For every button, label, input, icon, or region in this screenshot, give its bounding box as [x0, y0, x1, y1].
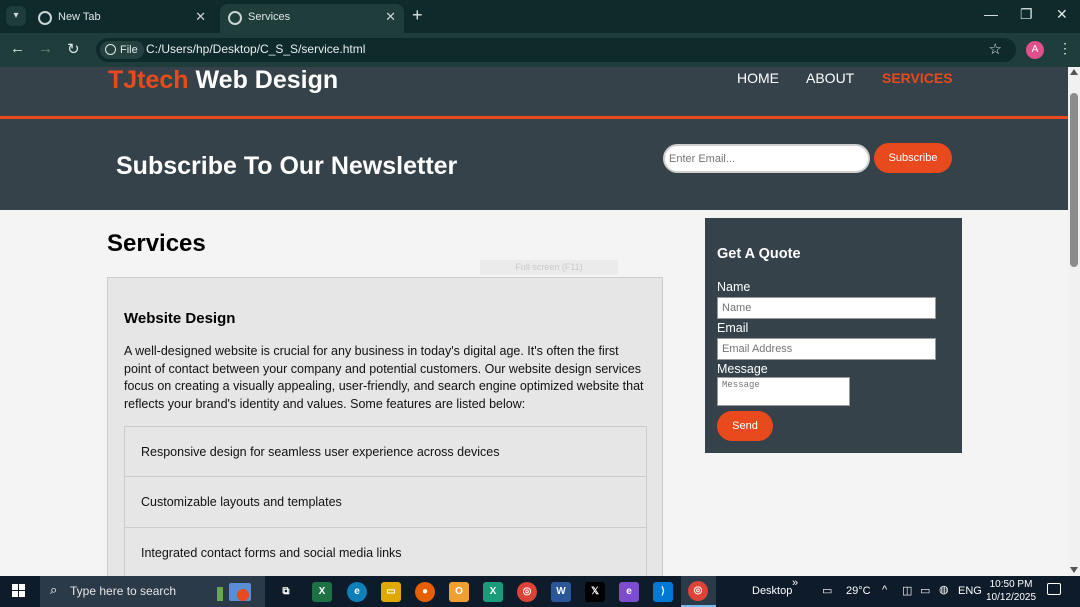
tab-new-tab[interactable]: New Tab ✕: [30, 4, 214, 33]
tab-label: Services: [248, 11, 291, 23]
globe-icon: [228, 11, 242, 25]
quote-form: Get A Quote Name Email Message Send: [705, 218, 962, 453]
minimize-icon[interactable]: —: [984, 6, 998, 22]
page-viewport: TJtech Web Design HOME ABOUT SERVICES Su…: [0, 67, 1068, 576]
mail-app-icon[interactable]: e: [619, 582, 639, 602]
task-view-icon[interactable]: ⧉: [276, 582, 296, 602]
edge-icon[interactable]: e: [347, 582, 367, 602]
feature-item: Integrated contact forms and social medi…: [124, 528, 647, 576]
url-text[interactable]: C:/Users/hp/Desktop/C_S_S/service.html: [146, 42, 365, 56]
scroll-down-arrow-icon[interactable]: [1070, 567, 1078, 573]
language-indicator[interactable]: ENG: [958, 585, 982, 597]
scroll-up-arrow-icon[interactable]: [1070, 69, 1078, 75]
reload-icon[interactable]: ↻: [67, 40, 80, 58]
name-field[interactable]: [717, 297, 936, 319]
chrome-profile-icon: ◎: [688, 581, 708, 601]
service-card: Website Design A well-designed website i…: [107, 277, 663, 576]
search-highlight-art-icon: [217, 583, 251, 601]
toolbar-more-icon[interactable]: »: [792, 577, 798, 589]
service-title: Website Design: [124, 310, 236, 327]
site-info-chip[interactable]: File: [100, 41, 144, 59]
chrome-icon[interactable]: ◎: [517, 582, 537, 602]
close-window-icon[interactable]: ✕: [1056, 6, 1068, 23]
nav-home[interactable]: HOME: [737, 70, 779, 86]
browser-tab-strip: ▾ New Tab ✕ Services ✕ + — ❐ ✕: [0, 0, 1080, 33]
windows-start-icon[interactable]: [12, 584, 26, 598]
browser-toolbar: ← → ↻ File C:/Users/hp/Desktop/C_S_S/ser…: [0, 33, 1080, 67]
vscode-icon[interactable]: ⟩: [653, 582, 673, 602]
desktop-toolbar-label[interactable]: Desktop: [752, 585, 792, 597]
message-label: Message: [717, 362, 768, 376]
notification-icon[interactable]: [1047, 583, 1061, 595]
chrome-icon: [38, 11, 52, 25]
xampp-icon[interactable]: X: [483, 582, 503, 602]
back-arrow-icon[interactable]: ←: [10, 40, 25, 57]
info-icon: [105, 44, 116, 55]
feature-item: Customizable layouts and templates: [124, 477, 647, 528]
email-field[interactable]: [717, 338, 936, 360]
newsletter-section: Subscribe To Our Newsletter Subscribe: [0, 119, 1068, 210]
quote-title: Get A Quote: [717, 246, 801, 262]
newsletter-heading: Subscribe To Our Newsletter: [116, 152, 458, 180]
notes-app-icon[interactable]: O: [449, 582, 469, 602]
new-tab-button[interactable]: +: [412, 5, 423, 26]
bookmark-star-icon[interactable]: ☆: [989, 40, 1002, 58]
firefox-icon[interactable]: ●: [415, 582, 435, 602]
service-description: A well-designed website is crucial for a…: [124, 344, 644, 411]
send-button[interactable]: Send: [717, 411, 773, 441]
weather-icon[interactable]: ▭: [822, 584, 832, 597]
site-header: TJtech Web Design HOME ABOUT SERVICES: [0, 67, 1068, 119]
close-tab-icon[interactable]: ✕: [195, 9, 206, 25]
page-scrollbar[interactable]: [1068, 67, 1080, 576]
feature-item: Responsive design for seamless user expe…: [124, 426, 647, 477]
logo-highlight: TJtech: [108, 67, 189, 94]
nav-services[interactable]: SERVICES: [882, 70, 953, 86]
newsletter-email-input[interactable]: [663, 144, 870, 173]
active-chrome-task[interactable]: ◎: [681, 576, 716, 607]
forward-arrow-icon[interactable]: →: [38, 40, 53, 57]
subscribe-button[interactable]: Subscribe: [874, 143, 952, 173]
tab-label: New Tab: [58, 11, 101, 23]
meet-icon[interactable]: ◫: [902, 584, 912, 597]
menu-kebab-icon[interactable]: ⋮: [1058, 40, 1072, 57]
system-clock[interactable]: 10:50 PM 10/12/2025: [986, 578, 1036, 604]
site-logo[interactable]: TJtech Web Design: [108, 67, 338, 95]
profile-avatar[interactable]: A: [1026, 41, 1044, 59]
page-title: Services: [107, 230, 206, 257]
windows-taskbar: ⌕ Type here to search ⧉ X e ▭ ● O X ◎ W …: [0, 576, 1080, 607]
feature-list: Responsive design for seamless user expe…: [124, 426, 647, 576]
scroll-thumb[interactable]: [1070, 93, 1078, 267]
x-app-icon[interactable]: 𝕏: [585, 582, 605, 602]
chip-label: File: [120, 44, 138, 56]
logo-text: Web Design: [188, 67, 339, 94]
search-icon: ⌕: [50, 582, 58, 597]
address-bar[interactable]: File C:/Users/hp/Desktop/C_S_S/service.h…: [96, 38, 1016, 62]
fullscreen-hint-toast: Full screen (F11): [480, 260, 618, 275]
tab-search-dropdown-icon[interactable]: ▾: [6, 6, 26, 26]
word-icon[interactable]: W: [551, 582, 571, 602]
battery-icon[interactable]: ▭: [920, 584, 930, 597]
temperature-label[interactable]: 29°C: [846, 585, 871, 597]
nav-about[interactable]: ABOUT: [806, 70, 854, 86]
excel-icon[interactable]: X: [312, 582, 332, 602]
close-tab-icon[interactable]: ✕: [385, 9, 396, 25]
tray-chevron-icon[interactable]: ^: [882, 584, 887, 596]
clock-date: 10/12/2025: [986, 592, 1037, 603]
restore-icon[interactable]: ❐: [1020, 6, 1033, 23]
tab-services[interactable]: Services ✕: [220, 4, 404, 33]
search-placeholder: Type here to search: [70, 584, 177, 598]
clock-time: 10:50 PM: [989, 579, 1033, 590]
email-label: Email: [717, 321, 749, 335]
network-globe-icon[interactable]: ◍: [939, 583, 949, 596]
name-label: Name: [717, 280, 751, 294]
message-field[interactable]: [717, 377, 850, 406]
file-explorer-icon[interactable]: ▭: [381, 582, 401, 602]
